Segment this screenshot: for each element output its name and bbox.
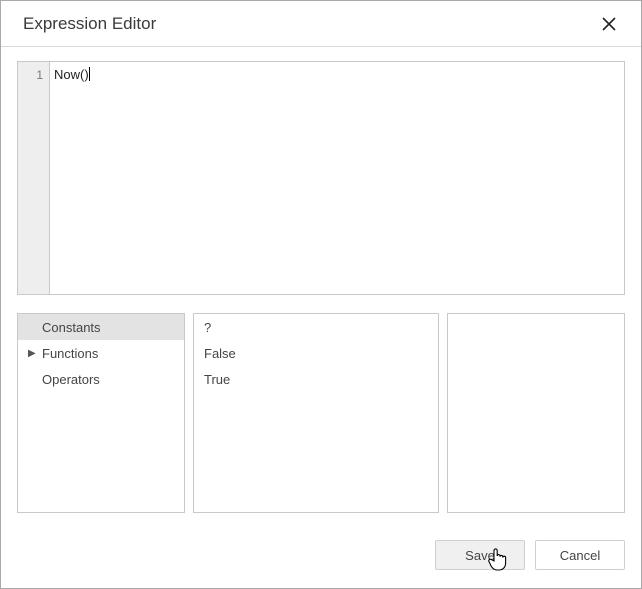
code-text: Now(): [54, 67, 89, 82]
dialog-title: Expression Editor: [23, 14, 595, 34]
values-panel: ? False True: [193, 313, 439, 513]
value-item[interactable]: False: [194, 340, 438, 366]
category-label: Functions: [42, 346, 174, 361]
cancel-button[interactable]: Cancel: [535, 540, 625, 570]
text-cursor: [89, 67, 90, 81]
expression-textarea[interactable]: 1 Now(): [17, 61, 625, 295]
description-panel: [447, 313, 625, 513]
category-constants[interactable]: Constants: [18, 314, 184, 340]
save-button[interactable]: Save: [435, 540, 525, 570]
titlebar: Expression Editor: [1, 1, 641, 47]
close-icon: [602, 17, 616, 31]
category-label: Operators: [42, 372, 174, 387]
category-functions[interactable]: ▶ Functions: [18, 340, 184, 366]
expression-editor-dialog: Expression Editor 1 Now() Constants: [0, 0, 642, 589]
value-item[interactable]: ?: [194, 314, 438, 340]
category-operators[interactable]: Operators: [18, 366, 184, 392]
value-label: False: [204, 346, 236, 361]
close-button[interactable]: [595, 10, 623, 38]
category-panel: Constants ▶ Functions Operators: [17, 313, 185, 513]
helper-panels: Constants ▶ Functions Operators ? False: [17, 313, 625, 513]
line-number: 1: [18, 66, 49, 84]
value-item[interactable]: True: [194, 366, 438, 392]
code-area[interactable]: Now(): [50, 62, 624, 294]
dialog-content: 1 Now() Constants ▶ Functions Operators: [1, 47, 641, 532]
category-label: Constants: [42, 320, 174, 335]
value-label: ?: [204, 320, 211, 335]
dialog-footer: Save Cancel: [1, 532, 641, 588]
line-gutter: 1: [18, 62, 50, 294]
value-label: True: [204, 372, 230, 387]
chevron-right-icon: ▶: [28, 348, 40, 359]
